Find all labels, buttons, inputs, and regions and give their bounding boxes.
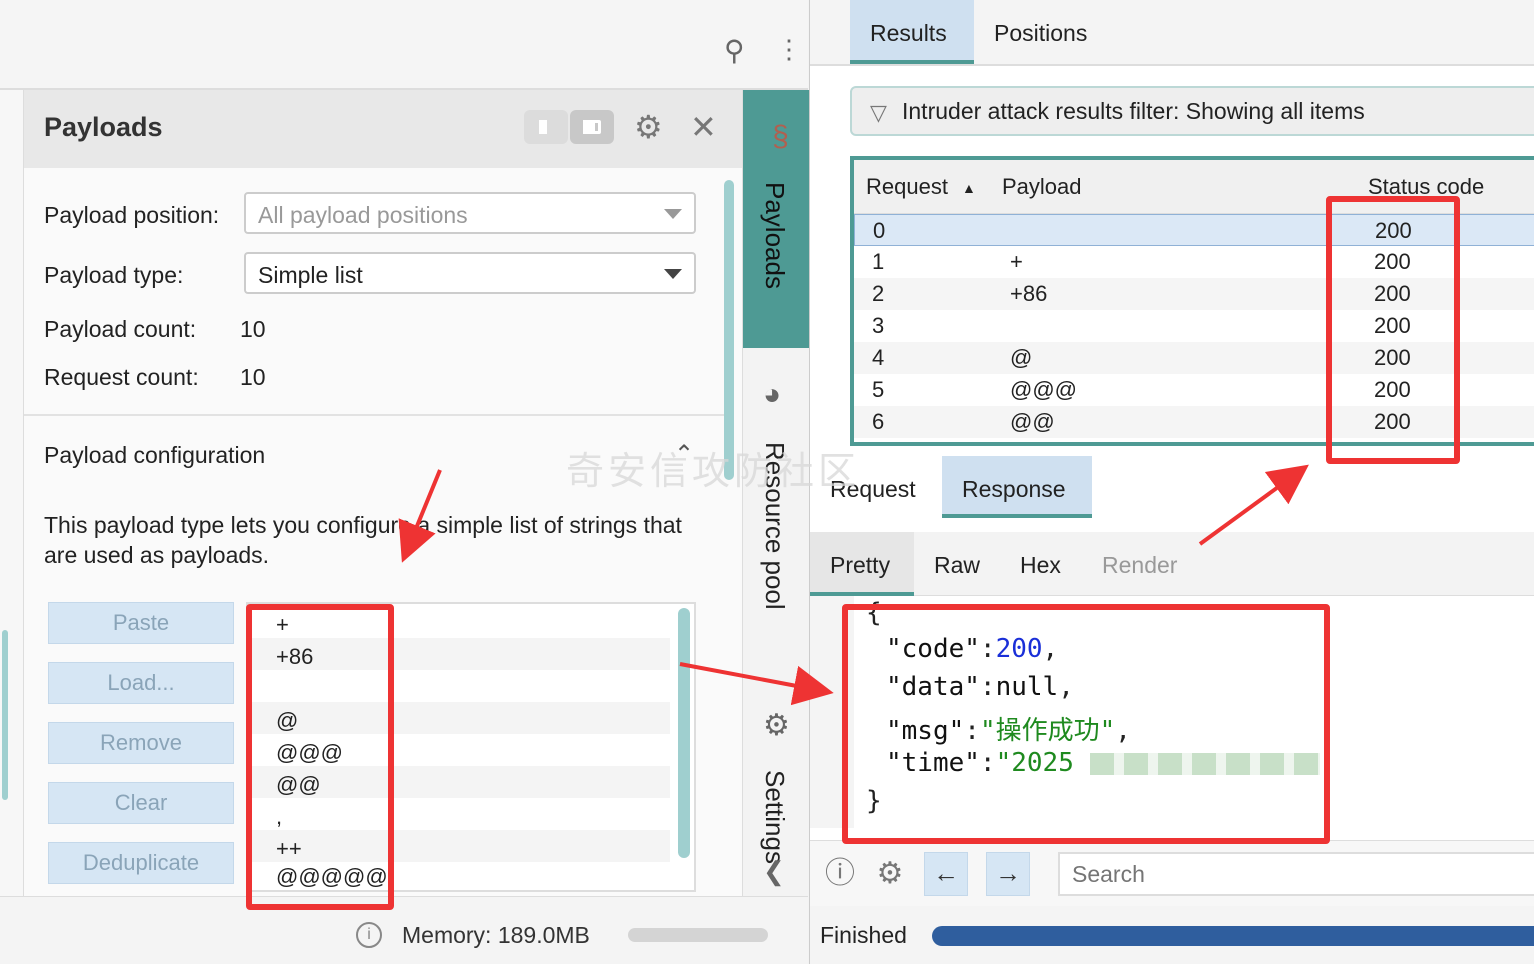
watermark: 奇安信攻防社区	[566, 451, 861, 493]
